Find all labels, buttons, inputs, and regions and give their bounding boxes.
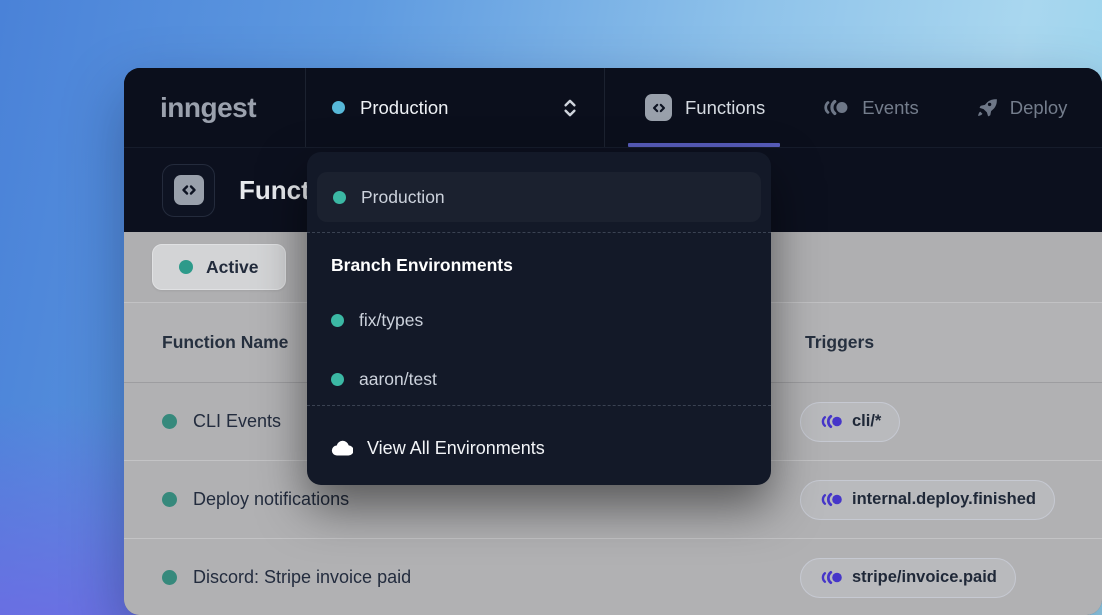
dropdown-item-label: fix/types: [359, 310, 423, 331]
dropdown-item-production[interactable]: Production: [317, 172, 761, 222]
tab-events-label: Events: [862, 97, 919, 119]
trigger-name: internal.deploy.finished: [852, 490, 1036, 509]
function-name: CLI Events: [193, 411, 281, 432]
function-status-dot: [162, 414, 177, 429]
environment-status-dot: [332, 101, 345, 114]
environment-dropdown-menu: Production Branch Environments fix/types…: [307, 152, 771, 485]
tab-deploy[interactable]: Deploy: [975, 68, 1068, 147]
code-icon: [645, 94, 672, 121]
event-stream-icon: [821, 99, 849, 116]
function-name: Discord: Stripe invoice paid: [193, 567, 411, 588]
function-status-dot: [162, 492, 177, 507]
active-filter-button[interactable]: Active: [152, 244, 286, 290]
dropdown-item-label: Production: [361, 187, 445, 208]
dropdown-divider: [307, 232, 771, 233]
column-header-triggers: Triggers: [805, 332, 874, 353]
column-header-function-name: Function Name: [162, 332, 288, 353]
chevron-up-down-icon: [562, 97, 578, 119]
dropdown-item-fix-types[interactable]: fix/types: [307, 302, 771, 338]
active-filter-label: Active: [206, 257, 259, 278]
dropdown-divider: [307, 405, 771, 406]
environment-status-dot: [331, 314, 344, 327]
event-stream-icon: [819, 570, 843, 585]
tab-functions[interactable]: Functions: [645, 68, 765, 147]
trigger-badge: internal.deploy.finished: [800, 480, 1055, 520]
logo-section: inngest: [124, 68, 305, 147]
trigger-badge: stripe/invoice.paid: [800, 558, 1016, 598]
tab-deploy-label: Deploy: [1010, 97, 1068, 119]
desktop-background: inngest Production: [0, 0, 1102, 615]
environment-status-dot: [331, 373, 344, 386]
trigger-name: stripe/invoice.paid: [852, 568, 997, 587]
function-status-dot: [162, 570, 177, 585]
dropdown-item-aaron-test[interactable]: aaron/test: [307, 361, 771, 397]
functions-page-icon: [162, 164, 215, 217]
table-row[interactable]: Discord: Stripe invoice paid stripe/invo…: [124, 539, 1102, 615]
trigger-name: cli/*: [852, 412, 881, 431]
branch-environments-heading: Branch Environments: [331, 255, 771, 276]
code-icon: [174, 175, 204, 205]
nav-tabs: Functions Events: [605, 68, 1067, 147]
inngest-logo[interactable]: inngest: [160, 92, 256, 124]
trigger-badge: cli/*: [800, 402, 900, 442]
tab-functions-label: Functions: [685, 97, 765, 119]
view-all-environments-label: View All Environments: [367, 438, 545, 459]
dropdown-item-label: aaron/test: [359, 369, 437, 390]
top-navbar: inngest Production: [124, 68, 1102, 147]
cloud-icon: [331, 440, 353, 456]
event-stream-icon: [819, 414, 843, 429]
environment-status-dot: [333, 191, 346, 204]
environment-selector[interactable]: Production: [305, 68, 605, 147]
rocket-icon: [975, 97, 997, 119]
tab-events[interactable]: Events: [821, 68, 919, 147]
active-status-dot: [179, 260, 193, 274]
environment-selector-label: Production: [360, 97, 448, 119]
function-name: Deploy notifications: [193, 489, 349, 510]
event-stream-icon: [819, 492, 843, 507]
view-all-environments-item[interactable]: View All Environments: [307, 427, 771, 469]
